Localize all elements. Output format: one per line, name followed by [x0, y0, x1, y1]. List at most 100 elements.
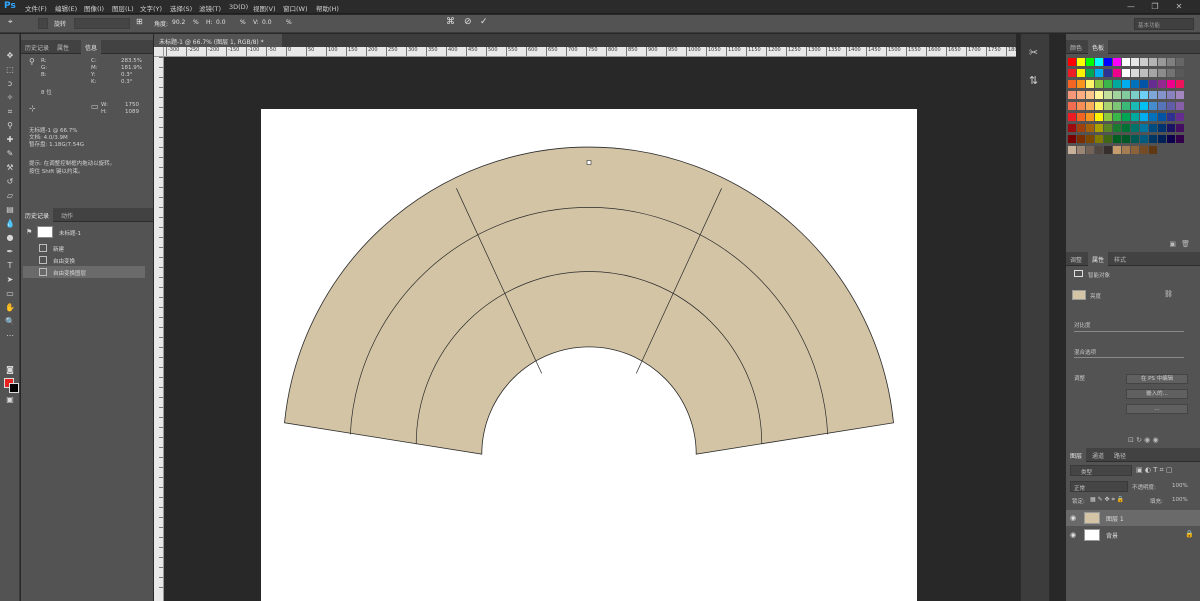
color-swatch[interactable]	[1068, 135, 1076, 143]
color-swatch[interactable]	[1167, 91, 1175, 99]
reference-select[interactable]	[74, 18, 130, 29]
tab-channels[interactable]: 通道	[1088, 448, 1108, 462]
color-swatch[interactable]	[1068, 80, 1076, 88]
horizontal-ruler[interactable]: -300 -250 -200 -150 -100 -50 0 50 100 150 200 250 30…	[164, 47, 1016, 57]
color-swatch[interactable]	[1167, 80, 1175, 88]
minimize-button[interactable]: —	[1124, 1, 1138, 13]
color-swatch[interactable]	[1167, 113, 1175, 121]
color-swatch[interactable]	[1086, 113, 1094, 121]
tab-info[interactable]: 信息	[81, 40, 102, 54]
color-swatch[interactable]	[1149, 113, 1157, 121]
color-swatch[interactable]	[1140, 113, 1148, 121]
slider-track[interactable]	[1074, 357, 1184, 358]
tab-properties[interactable]: 属性	[1088, 252, 1109, 266]
color-swatch[interactable]	[1122, 69, 1130, 77]
color-swatch[interactable]	[1113, 135, 1121, 143]
color-swatch[interactable]	[1176, 69, 1184, 77]
magic-wand-tool-icon[interactable]: ✧	[4, 92, 16, 104]
color-swatch[interactable]	[1140, 146, 1148, 154]
color-swatch[interactable]	[1113, 113, 1121, 121]
color-swatch[interactable]	[1131, 135, 1139, 143]
color-swatch[interactable]	[1068, 58, 1076, 66]
color-swatch[interactable]	[1149, 102, 1157, 110]
type-tool-icon[interactable]: T	[4, 260, 16, 272]
tab-properties-top[interactable]: 属性	[53, 40, 73, 54]
link-icon[interactable]: ⛓	[1164, 290, 1173, 298]
color-swatch[interactable]	[1167, 69, 1175, 77]
eyedropper-tool-icon[interactable]: ⚲	[4, 120, 16, 132]
color-swatch[interactable]	[1140, 58, 1148, 66]
reference-point-icon[interactable]	[38, 18, 48, 29]
background-color-swatch[interactable]	[9, 383, 19, 393]
color-swatch[interactable]	[1140, 102, 1148, 110]
color-swatch[interactable]	[1068, 113, 1076, 121]
color-swatch[interactable]	[1158, 58, 1166, 66]
menu-item[interactable]: 图像(I)	[84, 3, 104, 13]
color-swatch[interactable]	[1095, 80, 1103, 88]
color-swatch[interactable]	[1113, 146, 1121, 154]
color-swatch[interactable]	[1140, 135, 1148, 143]
h-value[interactable]: 0.0	[216, 19, 226, 26]
color-swatch[interactable]	[1140, 124, 1148, 132]
color-swatch[interactable]	[1086, 58, 1094, 66]
adjust-collapse-icon[interactable]: ⇅	[1029, 74, 1038, 87]
tab-paths[interactable]: 路径	[1110, 448, 1130, 462]
close-button[interactable]: ✕	[1172, 1, 1186, 13]
color-swatch[interactable]	[1095, 58, 1103, 66]
menu-item[interactable]: 帮助(H)	[316, 3, 339, 13]
rectangle-tool-icon[interactable]: ▭	[4, 288, 16, 300]
color-swatch[interactable]	[1149, 146, 1157, 154]
warp-icon[interactable]: ⊞	[136, 17, 143, 26]
color-swatch[interactable]	[1122, 124, 1130, 132]
history-snapshot[interactable]: ⚑ 未标题-1	[23, 224, 145, 240]
tool-preset-icon[interactable]: ⌖	[8, 17, 13, 27]
color-swatch[interactable]	[1104, 124, 1112, 132]
color-swatch[interactable]	[1131, 124, 1139, 132]
color-swatch[interactable]	[1068, 124, 1076, 132]
tab-styles[interactable]: 样式	[1110, 252, 1130, 266]
document-tab[interactable]: 未标题-1 @ 66.7% (图层 1, RGB/8) *	[154, 34, 282, 47]
color-swatch[interactable]	[1077, 135, 1085, 143]
color-swatch[interactable]	[1113, 58, 1121, 66]
tools-collapse-icon[interactable]: ✂	[1029, 46, 1038, 59]
healing-brush-tool-icon[interactable]: ✚	[4, 134, 16, 146]
color-swatch[interactable]	[1158, 80, 1166, 88]
color-swatch[interactable]	[1131, 58, 1139, 66]
gradient-tool-icon[interactable]: ▤	[4, 204, 16, 216]
angle-value[interactable]: 90.2	[172, 19, 185, 26]
more-tools-icon[interactable]: ⋯	[4, 330, 16, 342]
color-swatch[interactable]	[1104, 58, 1112, 66]
brush-tool-icon[interactable]: ✎	[4, 148, 16, 160]
tab-history[interactable]: 历史记录	[21, 208, 54, 222]
new-swatch-icon[interactable]: ▣	[1169, 240, 1176, 248]
visibility-eye-icon[interactable]: ◉	[1070, 531, 1078, 539]
color-swatch[interactable]	[1176, 91, 1184, 99]
color-swatch[interactable]	[1149, 69, 1157, 77]
screen-mode-icon[interactable]: ▣	[4, 394, 16, 406]
color-swatch[interactable]	[1158, 69, 1166, 77]
move-tool-icon[interactable]: ✥	[4, 50, 16, 62]
color-swatch[interactable]	[1104, 113, 1112, 121]
eraser-tool-icon[interactable]: ▱	[4, 190, 16, 202]
color-swatch[interactable]	[1167, 102, 1175, 110]
color-swatch[interactable]	[1149, 124, 1157, 132]
color-swatch[interactable]	[1077, 124, 1085, 132]
color-swatch[interactable]	[1095, 113, 1103, 121]
color-swatch[interactable]	[1113, 69, 1121, 77]
color-swatch[interactable]	[1068, 69, 1076, 77]
document-canvas[interactable]	[261, 109, 917, 601]
tab-history-top[interactable]: 历史记录	[21, 40, 53, 54]
color-swatch[interactable]	[1131, 113, 1139, 121]
color-swatch[interactable]	[1095, 91, 1103, 99]
color-swatch[interactable]	[1176, 124, 1184, 132]
color-swatch[interactable]	[1158, 113, 1166, 121]
color-swatch[interactable]	[1086, 91, 1094, 99]
history-item[interactable]: 自由变换	[23, 254, 145, 266]
color-swatch[interactable]	[1158, 135, 1166, 143]
color-swatch[interactable]	[1176, 80, 1184, 88]
zoom-tool-icon[interactable]: 🔍	[4, 316, 16, 328]
color-swatch[interactable]	[1104, 146, 1112, 154]
menu-item[interactable]: 文件(F)	[25, 3, 47, 13]
menu-item[interactable]: 窗口(W)	[283, 3, 308, 13]
color-swatch[interactable]	[1104, 135, 1112, 143]
